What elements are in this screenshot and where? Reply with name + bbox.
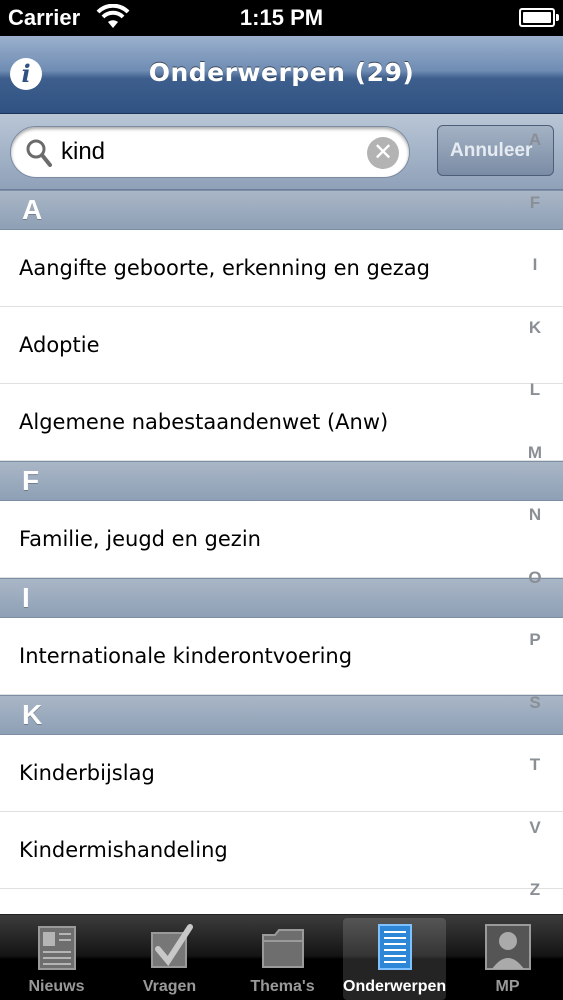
- navigation-bar: i Onderwerpen (29): [0, 36, 563, 114]
- index-letter-m[interactable]: M: [528, 443, 542, 463]
- search-bar: ✕ Annuleer: [0, 114, 563, 190]
- list-item[interactable]: Internationale kinderontvoering: [0, 618, 563, 695]
- index-letter-v[interactable]: V: [529, 818, 540, 838]
- tab-label: MP: [495, 978, 520, 995]
- tab-nieuws[interactable]: Nieuws: [5, 918, 108, 1000]
- tab-onderwerpen[interactable]: Onderwerpen: [343, 918, 446, 1000]
- tab-label: Vragen: [142, 978, 197, 995]
- battery-icon: [519, 8, 559, 27]
- clock: 1:15 PM: [239, 5, 324, 30]
- index-letter-f[interactable]: F: [530, 193, 540, 213]
- clear-icon[interactable]: ✕: [367, 137, 399, 169]
- index-letter-l[interactable]: L: [530, 380, 540, 400]
- search-icon: [26, 139, 52, 167]
- index-letter-n[interactable]: N: [529, 505, 541, 525]
- index-letter-z[interactable]: Z: [530, 880, 540, 900]
- list-item[interactable]: Kinderbijslag: [0, 735, 563, 812]
- newspaper-icon: [5, 921, 108, 973]
- tab-label: Nieuws: [28, 978, 85, 995]
- person-icon: [456, 921, 559, 973]
- tab-bar: Nieuws Vragen Thema's Onderwerpen MP: [0, 914, 563, 1000]
- index-letter-s[interactable]: S: [529, 693, 540, 713]
- section-header-a: A: [0, 190, 563, 230]
- index-letter-p[interactable]: P: [529, 630, 540, 650]
- index-letter-t[interactable]: T: [530, 755, 540, 775]
- status-bar: Carrier 1:15 PM: [0, 0, 563, 36]
- search-field[interactable]: ✕: [10, 126, 410, 178]
- index-letter-i[interactable]: I: [533, 255, 538, 275]
- checkbox-icon: [118, 921, 221, 973]
- tab-label: Thema's: [250, 978, 315, 995]
- tab-label: Onderwerpen: [343, 978, 447, 995]
- section-header-i: I: [0, 578, 563, 618]
- topic-list: A Aangifte geboorte, erkenning en gezag Ad…: [0, 190, 563, 914]
- list-item[interactable]: Kindermishandeling: [0, 812, 563, 889]
- section-header-k: K: [0, 695, 563, 735]
- folder-icon: [231, 921, 334, 973]
- tab-mp[interactable]: MP: [456, 918, 559, 1000]
- tab-themas[interactable]: Thema's: [231, 918, 334, 1000]
- index-letter-k[interactable]: K: [529, 318, 541, 338]
- search-input[interactable]: [61, 135, 361, 169]
- tab-vragen[interactable]: Vragen: [118, 918, 221, 1000]
- section-index[interactable]: A F I K L M N O P S T V Z: [515, 130, 555, 900]
- list-item[interactable]: Aangifte geboorte, erkenning en gezag: [0, 230, 563, 307]
- list-item[interactable]: Adoptie: [0, 307, 563, 384]
- list-item[interactable]: Algemene nabestaandenwet (Anw): [0, 384, 563, 461]
- section-header-f: F: [0, 461, 563, 501]
- index-letter-a[interactable]: A: [529, 130, 541, 150]
- index-letter-o[interactable]: O: [528, 568, 541, 588]
- list-item[interactable]: Familie, jeugd en gezin: [0, 501, 563, 578]
- list-icon: [343, 921, 446, 973]
- page-title: Onderwerpen (29): [148, 58, 415, 87]
